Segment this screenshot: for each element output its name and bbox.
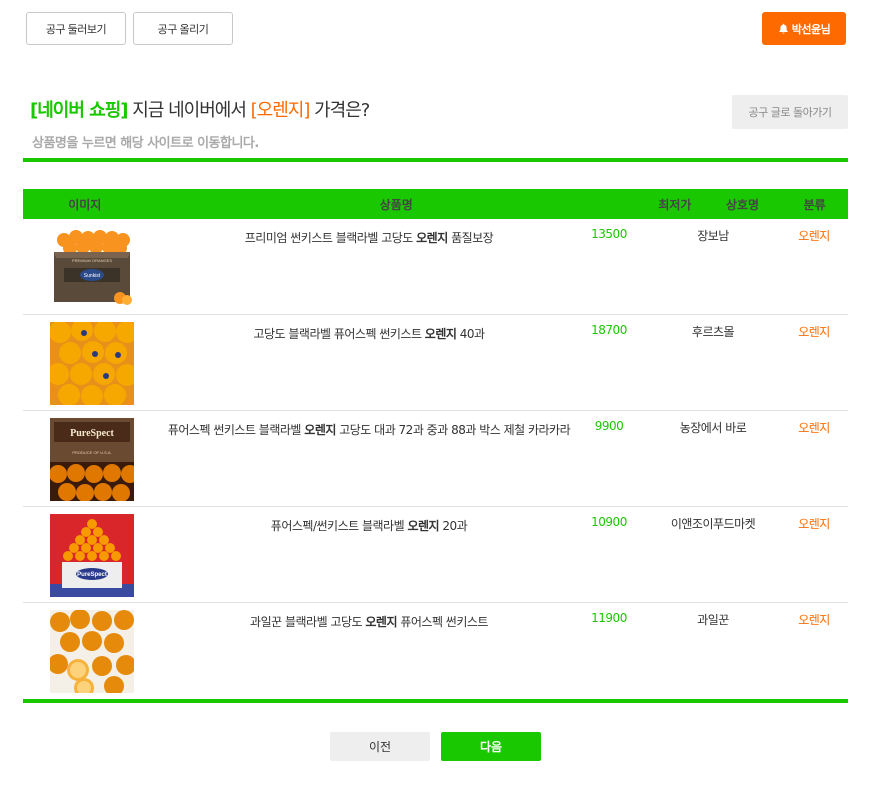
- title-suffix: 가격은?: [309, 100, 370, 121]
- category-label: 오렌지: [798, 421, 830, 435]
- product-image[interactable]: PureSpect PRODUCE OF U.S.A.: [50, 418, 134, 501]
- box-brand-label: PureSpect: [77, 572, 107, 578]
- back-to-post-button[interactable]: 공구 글로 돌아가기: [732, 95, 848, 129]
- next-page-button[interactable]: 다음: [441, 732, 541, 761]
- product-name-link[interactable]: 프리미엄 썬키스트 블랙라벨 고당도 오렌지 품질보장: [160, 227, 578, 250]
- box-text-label: PREMIUM ORANGES: [72, 258, 112, 263]
- divider: [23, 699, 848, 703]
- bell-icon: [779, 23, 788, 34]
- table-row[interactable]: PureSpect PRODUCE OF U.S.A. 퓨어스펙 썬키스트 블랙…: [23, 411, 848, 507]
- product-name-link[interactable]: 과일꾼 블랙라벨 고당도 오렌지 퓨어스펙 썬키스트: [160, 611, 578, 634]
- box-origin-label: PRODUCE OF U.S.A.: [72, 450, 111, 455]
- column-header-price: 최저가: [658, 197, 692, 212]
- table-row[interactable]: Sunkist PREMIUM ORANGES 프리미엄 썬키스트 블랙라벨 고…: [23, 219, 848, 315]
- product-image[interactable]: [50, 610, 134, 693]
- prev-page-button[interactable]: 이전: [330, 732, 430, 761]
- product-name-prefix: 과일꾼 블랙라벨 고당도: [250, 615, 366, 629]
- column-header-image: 이미지: [68, 197, 102, 212]
- shop-name: 후르츠몰: [691, 325, 735, 339]
- shop-name: 과일꾼: [697, 613, 729, 627]
- lowest-price: 10900: [591, 515, 627, 529]
- table-row[interactable]: PureSpect 퓨어스펙/썬키스트 블랙라벨 오렌지 20과 10900 이…: [23, 507, 848, 603]
- product-name-keyword: 오렌지: [416, 231, 448, 245]
- product-name-suffix: 40과: [456, 327, 485, 341]
- product-name-keyword: 오렌지: [407, 519, 440, 533]
- column-header-name: 상품명: [379, 197, 413, 212]
- product-name-link[interactable]: 퓨어스펙 썬키스트 블랙라벨 오렌지 고당도 대과 72과 중과 88과 박스 …: [160, 419, 578, 442]
- table-header: 이미지 상품명 최저가 상호명 분류: [23, 189, 848, 219]
- page-title: [네이버 쇼핑] 지금 네이버에서 [오렌지] 가격은?: [30, 96, 370, 122]
- box-brand-label: Sunkist: [84, 273, 101, 279]
- product-image[interactable]: Sunkist PREMIUM ORANGES: [50, 226, 134, 309]
- product-image[interactable]: [50, 322, 134, 405]
- product-name-keyword: 오렌지: [424, 327, 457, 341]
- product-name-prefix: 퓨어스펙/썬키스트 블랙라벨: [270, 519, 408, 533]
- post-group-buy-button[interactable]: 공구 올리기: [133, 12, 233, 45]
- shop-name: 농장에서 바로: [679, 421, 747, 435]
- column-header-shop: 상호명: [725, 197, 760, 212]
- title-source: [네이버 쇼핑]: [30, 100, 129, 121]
- table-row[interactable]: 고당도 블랙라벨 퓨어스펙 썬키스트 오렌지 40과 18700 후르츠몰 오렌…: [23, 315, 848, 411]
- category-label: 오렌지: [798, 325, 830, 339]
- category-label: 오렌지: [798, 229, 830, 243]
- product-name-keyword: 오렌지: [365, 615, 398, 629]
- product-table: 이미지 상품명 최저가 상호명 분류 Sunkist PREMIUM ORANG…: [23, 189, 848, 699]
- shop-name: 이앤조이푸드마켓: [670, 517, 756, 531]
- page-subtitle: 상품명을 누르면 해당 사이트로 이동합니다.: [32, 136, 259, 151]
- shop-name: 장보남: [697, 229, 729, 243]
- product-image[interactable]: PureSpect: [50, 514, 134, 597]
- product-name-suffix: 품질보장: [447, 231, 494, 245]
- product-name-suffix: 퓨어스펙 썬키스트: [397, 615, 488, 629]
- product-name-keyword: 오렌지: [304, 423, 336, 437]
- title-keyword: [오렌지]: [250, 100, 311, 121]
- product-name-link[interactable]: 고당도 블랙라벨 퓨어스펙 썬키스트 오렌지 40과: [160, 323, 578, 346]
- user-menu-button[interactable]: 박선윤님: [762, 12, 846, 45]
- lowest-price: 13500: [591, 227, 627, 241]
- lowest-price: 11900: [591, 611, 627, 625]
- column-header-category: 분류: [803, 197, 826, 212]
- product-name-link[interactable]: 퓨어스펙/썬키스트 블랙라벨 오렌지 20과: [160, 515, 578, 538]
- browse-group-buy-button[interactable]: 공구 둘러보기: [26, 12, 126, 45]
- product-name-prefix: 프리미엄 썬키스트 블랙라벨 고당도: [244, 231, 417, 245]
- title-text: 지금 네이버에서: [127, 100, 251, 121]
- lowest-price: 18700: [591, 323, 627, 337]
- category-label: 오렌지: [798, 613, 830, 627]
- user-name: 박선윤님: [791, 22, 831, 36]
- product-name-suffix: 20과: [439, 519, 468, 533]
- product-name-suffix: 고당도 대과 72과 중과 88과 박스 제철 카라카라: [335, 423, 571, 437]
- box-brand-label: PureSpect: [70, 428, 114, 439]
- table-row[interactable]: 과일꾼 블랙라벨 고당도 오렌지 퓨어스펙 썬키스트 11900 과일꾼 오렌지: [23, 603, 848, 699]
- category-label: 오렌지: [798, 517, 830, 531]
- product-name-prefix: 퓨어스펙 썬키스트 블랙라벨: [167, 423, 305, 437]
- lowest-price: 9900: [594, 419, 624, 433]
- product-name-prefix: 고당도 블랙라벨 퓨어스펙 썬키스트: [253, 327, 425, 341]
- divider: [23, 158, 848, 162]
